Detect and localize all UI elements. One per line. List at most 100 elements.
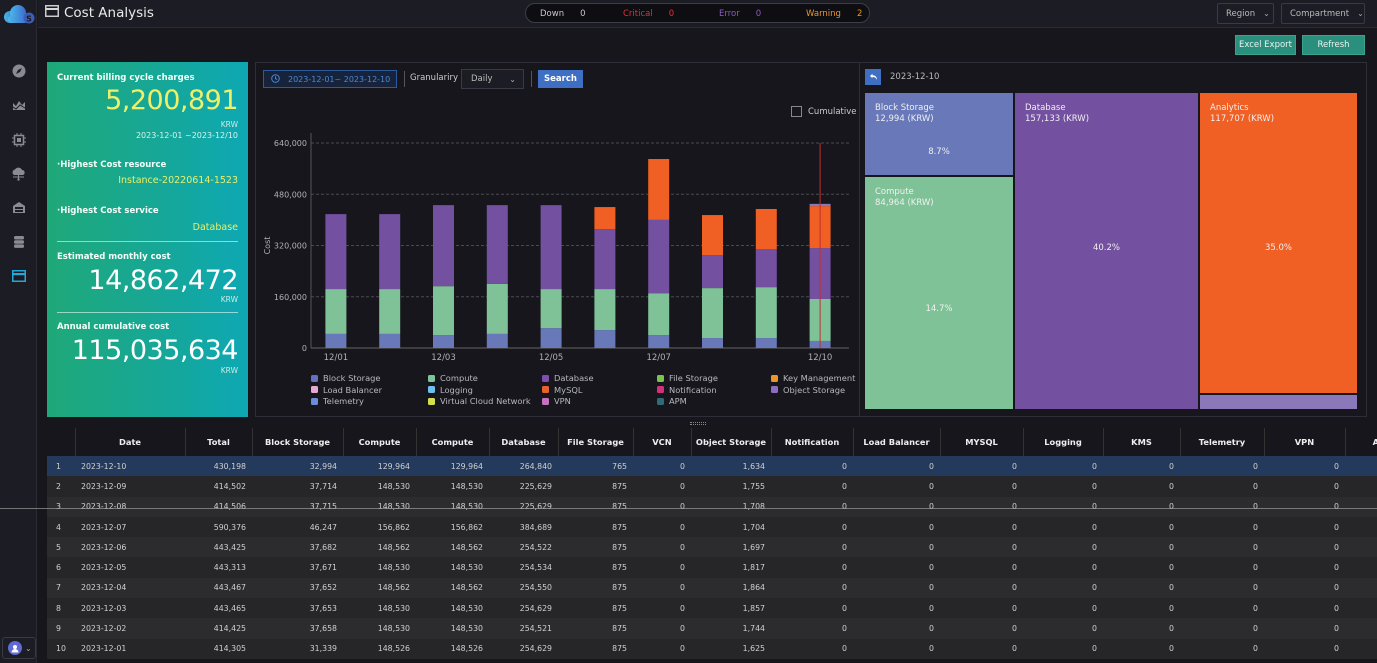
column-header[interactable]: APM <box>1345 428 1377 456</box>
bar-segment[interactable] <box>702 288 723 339</box>
bar-segment[interactable] <box>379 289 401 334</box>
treemap-cell-object-storage[interactable] <box>1200 395 1357 409</box>
legend-item[interactable]: Telemetry <box>311 396 364 406</box>
column-header[interactable]: MYSQL <box>940 428 1024 456</box>
highest-service-value[interactable]: Database <box>57 222 238 233</box>
legend-item[interactable]: APM <box>657 396 687 406</box>
bar-segment[interactable] <box>540 205 562 290</box>
legend-item[interactable]: Block Storage <box>311 373 381 383</box>
table-row[interactable]: 7 2023-12-04 443,467 37,652 148,562 148,562 25… <box>47 577 1377 599</box>
bar-segment[interactable] <box>594 229 616 290</box>
treemap-cell-block-storage[interactable]: Block Storage 12,994 (KRW) 8.7% <box>865 93 1013 175</box>
bar-segment[interactable] <box>702 215 723 256</box>
table-row[interactable]: 9 2023-12-02 414,425 37,658 148,530 148,530 25… <box>47 618 1377 639</box>
column-header[interactable]: Telemetry <box>1180 428 1265 456</box>
column-header[interactable]: Load Balancer <box>853 428 941 456</box>
column-header[interactable]: File Storage <box>558 428 634 456</box>
treemap-cell-analytics[interactable]: Analytics 117,707 (KRW) 35.0% <box>1200 93 1357 393</box>
column-header[interactable]: Compute <box>343 428 417 456</box>
column-header[interactable]: Date <box>75 428 186 456</box>
table-row[interactable]: 2 2023-12-09 414,502 37,714 148,530 148,530 22… <box>47 476 1377 497</box>
legend-item[interactable]: MySQL <box>542 385 583 395</box>
bar-segment[interactable] <box>755 287 777 339</box>
column-header[interactable]: Total <box>185 428 253 456</box>
legend-item[interactable]: Virtual Cloud Network <box>428 396 531 406</box>
status-error[interactable]: Error 0 <box>719 9 761 19</box>
cost-card-icon[interactable] <box>10 267 27 284</box>
bar-segment[interactable] <box>594 330 616 348</box>
user-menu[interactable]: ⌄ <box>2 637 36 659</box>
compass-icon[interactable] <box>10 62 27 79</box>
legend-item[interactable]: VPN <box>542 396 571 406</box>
compartment-select[interactable]: Compartment ⌄ <box>1281 3 1365 24</box>
table-row[interactable]: 10 2023-12-01 414,305 31,339 148,526 148,526 2… <box>47 638 1377 659</box>
bar-segment[interactable] <box>486 333 508 348</box>
bar-segment[interactable] <box>325 289 347 334</box>
table-row[interactable]: 3 2023-12-08 414,506 37,715 148,530 148,530 22… <box>47 496 1377 517</box>
status-critical[interactable]: Critical 0 <box>623 9 674 19</box>
bar-segment[interactable] <box>433 286 454 336</box>
bar-segment[interactable] <box>540 289 562 329</box>
bar-segment[interactable] <box>755 249 777 288</box>
cumulative-checkbox[interactable] <box>791 106 802 117</box>
cumulative-toggle[interactable]: Cumulative <box>791 106 857 117</box>
date-range-picker[interactable]: 2023-12-01~ 2023-12-10 <box>263 70 397 88</box>
granularity-select[interactable]: Daily ⌄ <box>461 69 524 89</box>
bar-segment[interactable] <box>379 214 401 290</box>
monitoring-chart-icon[interactable] <box>10 96 27 113</box>
bar-segment[interactable] <box>648 293 670 336</box>
bar-segment[interactable] <box>594 207 616 230</box>
bar-segment[interactable] <box>702 338 723 348</box>
column-header[interactable]: VCN <box>633 428 692 456</box>
bar-segment[interactable] <box>433 205 454 287</box>
bar-segment[interactable] <box>486 283 508 334</box>
status-warning[interactable]: Warning 2 <box>806 9 862 19</box>
table-row[interactable]: 1 2023-12-10 430,198 32,994 129,964 129,964 26… <box>47 456 1377 477</box>
column-header[interactable] <box>47 428 76 456</box>
legend-item[interactable]: Load Balancer <box>311 385 382 395</box>
highest-resource-value[interactable]: Instance-20220614-1523 <box>57 175 238 186</box>
column-header[interactable]: Database <box>489 428 559 456</box>
treemap-cell-compute[interactable]: Compute 84,964 (KRW) 14.7% <box>865 177 1013 409</box>
treemap-cell-database[interactable]: Database 157,133 (KRW) 40.2% <box>1015 93 1198 409</box>
search-button[interactable]: Search <box>538 70 583 88</box>
legend-item[interactable]: Object Storage <box>771 385 845 395</box>
legend-item[interactable]: Logging <box>428 385 473 395</box>
bar-segment[interactable] <box>325 214 347 290</box>
excel-export-button[interactable]: Excel Export <box>1235 35 1296 55</box>
table-row[interactable]: 6 2023-12-05 443,313 37,671 148,530 148,530 25… <box>47 557 1377 578</box>
bar-segment[interactable] <box>755 338 777 348</box>
bar-segment[interactable] <box>648 159 670 220</box>
table-row[interactable]: 8 2023-12-03 443,465 37,653 148,530 148,530 25… <box>47 598 1377 619</box>
bar-segment[interactable] <box>755 208 777 250</box>
logo-icon[interactable]: S <box>2 4 36 24</box>
column-header[interactable]: KMS <box>1103 428 1181 456</box>
legend-item[interactable]: Key Management <box>771 373 855 383</box>
cloud-network-icon[interactable] <box>10 165 27 182</box>
bar-segment[interactable] <box>594 289 616 331</box>
chip-icon[interactable] <box>10 131 27 148</box>
bar-segment[interactable] <box>648 335 670 348</box>
bar-segment[interactable] <box>433 335 454 348</box>
column-header[interactable]: Object Storage <box>691 428 772 456</box>
bar-segment[interactable] <box>379 333 401 348</box>
bar-segment[interactable] <box>648 219 670 294</box>
bar-segment[interactable] <box>540 328 562 348</box>
bar-segment[interactable] <box>325 333 347 348</box>
status-down[interactable]: Down 0 <box>540 9 586 19</box>
storage-icon[interactable] <box>10 199 27 216</box>
column-header[interactable]: Logging <box>1023 428 1104 456</box>
column-header[interactable]: Notification <box>771 428 854 456</box>
legend-item[interactable]: Database <box>542 373 594 383</box>
bar-segment[interactable] <box>702 255 723 289</box>
table-row[interactable]: 5 2023-12-06 443,425 37,682 148,562 148,562 25… <box>47 537 1377 558</box>
column-header[interactable]: Compute <box>416 428 490 456</box>
region-select[interactable]: Region ⌄ <box>1217 3 1274 24</box>
column-header[interactable]: Block Storage <box>252 428 344 456</box>
legend-item[interactable]: Notification <box>657 385 717 395</box>
refresh-button[interactable]: Refresh <box>1302 35 1365 55</box>
table-row[interactable]: 4 2023-12-07 590,376 46,247 156,862 156,862 38… <box>47 516 1377 538</box>
resize-handle[interactable] <box>690 422 706 425</box>
bar-segment[interactable] <box>486 205 508 284</box>
legend-item[interactable]: Compute <box>428 373 478 383</box>
